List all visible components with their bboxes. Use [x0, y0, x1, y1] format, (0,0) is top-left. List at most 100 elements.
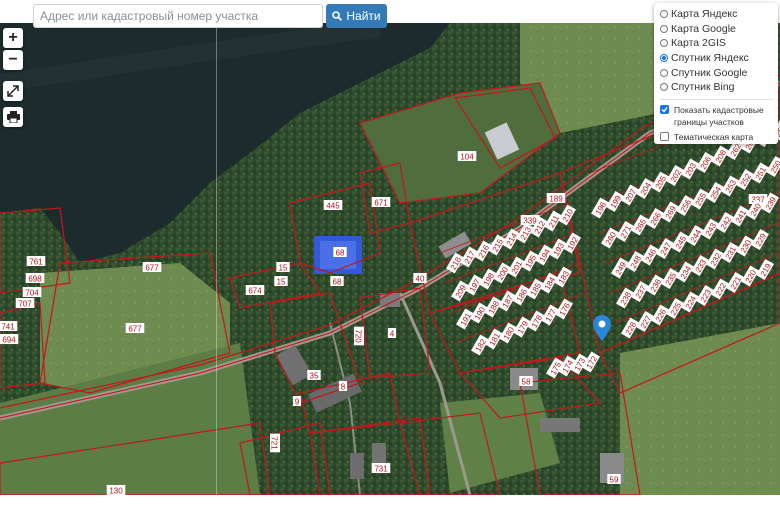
radio-icon[interactable]: [660, 10, 668, 19]
layer-label: Спутник Bing: [671, 81, 735, 94]
layer-option-bing-satellite[interactable]: Спутник Bing: [660, 80, 774, 95]
thematic-toggle[interactable]: Тематическая карта: [660, 131, 774, 143]
layer-label: Спутник Google: [671, 66, 748, 79]
parcel-label: 247: [656, 237, 674, 260]
print-button[interactable]: [3, 107, 23, 127]
zoom-in-button[interactable]: +: [3, 28, 23, 48]
panel-divider: [660, 98, 774, 100]
parcel-label: 236: [646, 274, 664, 296]
parcel-label: 677: [142, 262, 162, 273]
zoom-out-button[interactable]: −: [3, 50, 23, 70]
svg-text:40: 40: [416, 275, 425, 284]
svg-text:15: 15: [277, 278, 286, 287]
parcel-label: 238: [616, 287, 634, 309]
parcel-label: 202: [666, 164, 684, 187]
search-input[interactable]: [33, 4, 323, 28]
layer-label: Карта Яндекс: [671, 8, 738, 21]
parcel-label: 35: [307, 370, 321, 381]
parcel-label: 256: [676, 194, 694, 217]
parcel-label: 269: [661, 201, 679, 223]
radio-icon[interactable]: [660, 68, 668, 77]
parcel-label: 228: [621, 317, 639, 339]
parcel-label: 248: [626, 250, 644, 273]
svg-text:707: 707: [18, 300, 32, 309]
svg-text:445: 445: [326, 202, 340, 211]
layer-option-yandex-satellite[interactable]: Спутник Яндекс: [660, 51, 774, 66]
parcel-label: 189: [546, 193, 566, 204]
guide-line: [216, 23, 217, 495]
svg-text:189: 189: [549, 195, 563, 204]
svg-text:671: 671: [374, 199, 388, 208]
parcel-label: 230: [736, 235, 754, 257]
parcel-label: 674: [245, 285, 265, 296]
parcel-label: 266: [646, 207, 664, 230]
parcel-label: 233: [691, 254, 709, 277]
radio-icon[interactable]: [660, 83, 668, 92]
radio-icon[interactable]: [660, 24, 668, 33]
parcel-label: 207: [621, 184, 639, 206]
parcel-label: 265: [631, 214, 649, 236]
parcel-label: 694: [0, 334, 19, 345]
parcel-label: 227: [636, 310, 654, 333]
svg-text:677: 677: [128, 325, 142, 334]
radio-icon[interactable]: [660, 39, 668, 48]
svg-text:35: 35: [310, 372, 319, 381]
layer-option-google-map[interactable]: Карта Google: [660, 22, 774, 37]
layer-label: Спутник Яндекс: [671, 52, 749, 65]
map-pin-icon[interactable]: [593, 315, 611, 341]
parcel-label: 698: [25, 273, 45, 284]
svg-text:8: 8: [341, 383, 346, 392]
svg-text:250: 250: [769, 158, 780, 175]
parcel-label: 68: [333, 247, 347, 258]
checkbox-checked-icon[interactable]: [660, 104, 669, 114]
layer-option-google-satellite[interactable]: Спутник Google: [660, 65, 774, 80]
parcel-label: 226: [651, 304, 669, 326]
parcel-label: 234: [676, 261, 694, 283]
parcel-label: 721: [270, 433, 280, 453]
svg-text:677: 677: [145, 264, 159, 273]
checkbox-icon[interactable]: [660, 131, 669, 141]
svg-text:130: 130: [109, 487, 123, 496]
parcel-label: 677: [125, 323, 145, 334]
parcel-label: 720: [354, 326, 364, 346]
magnifier-icon: [332, 11, 343, 21]
parcel-label: 243: [701, 218, 719, 240]
svg-text:104: 104: [460, 153, 474, 162]
search-button[interactable]: Найти: [326, 4, 387, 28]
parcel-label: 130: [106, 485, 126, 496]
parcel-label: 249: [611, 257, 629, 279]
thematic-toggle-label: Тематическая карта: [674, 131, 754, 142]
parcel-label: 222: [711, 278, 729, 300]
parcel-label: 245: [671, 231, 689, 253]
svg-text:721: 721: [270, 436, 279, 450]
parcel-label: 205: [651, 171, 669, 193]
svg-text:741: 741: [1, 323, 15, 332]
svg-text:15: 15: [279, 264, 288, 273]
parcel-label: 15: [274, 276, 288, 287]
parcel-label: 235: [661, 267, 679, 290]
cadastral-toggle[interactable]: Показать кадастровые границы участков: [660, 104, 774, 128]
svg-text:59: 59: [610, 476, 619, 485]
cadastral-label-line2: границы участков: [674, 116, 744, 127]
parcel-label: 255: [691, 188, 709, 210]
parcel-label: 59: [607, 474, 621, 485]
parcel-label: 15: [276, 262, 290, 273]
svg-text:698: 698: [28, 275, 42, 284]
radio-selected-icon[interactable]: [660, 54, 668, 63]
parcel-label: 254: [706, 181, 724, 204]
layer-option-yandex-map[interactable]: Карта Яндекс: [660, 7, 774, 22]
fullscreen-button[interactable]: [3, 81, 23, 101]
parcel-label: 204: [636, 177, 654, 200]
parcel-label: 704: [22, 287, 42, 298]
layer-option-2gis-map[interactable]: Карта 2GIS: [660, 36, 774, 51]
layer-label: Карта Google: [671, 22, 736, 35]
parcel-label: 199: [606, 190, 624, 213]
parcel-label: 241: [731, 205, 749, 227]
parcel-label: 252: [736, 168, 754, 191]
parcel-label: 244: [686, 224, 704, 247]
svg-text:720: 720: [354, 329, 363, 343]
parcel-label: 203: [681, 158, 699, 180]
svg-text:4: 4: [390, 330, 395, 339]
parcel-label: 731: [371, 463, 391, 474]
parcel-label: 231: [721, 241, 739, 264]
